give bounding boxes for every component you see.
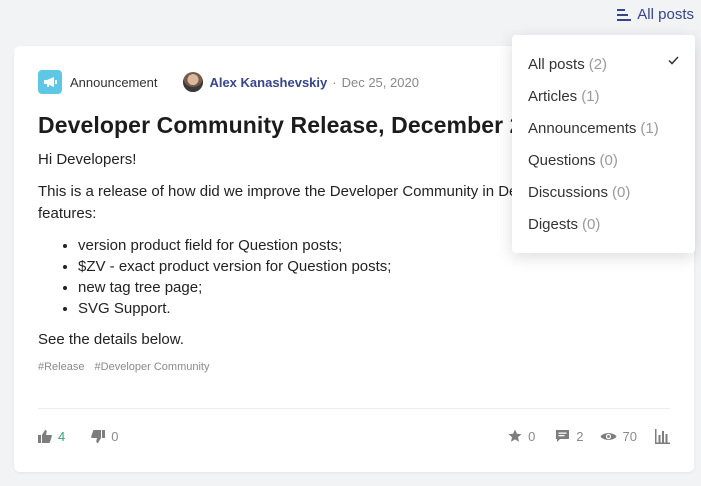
tag-release[interactable]: #Release — [38, 361, 84, 373]
filter-option-count: (1) — [581, 87, 600, 105]
filter-option-discussions[interactable]: Discussions (0) — [528, 181, 679, 203]
filter-option-count: (2) — [588, 55, 608, 73]
post-filter-menu: All posts (2) Articles (1) Announcements… — [512, 35, 695, 253]
post-footer: 4 0 0 2 70 — [38, 426, 670, 446]
filter-option-announcements[interactable]: Announcements (1) — [528, 117, 679, 139]
analytics-button[interactable] — [655, 428, 670, 444]
view-count: 70 — [622, 428, 637, 444]
bookmark-button[interactable]: 0 — [508, 429, 535, 444]
filter-option-label: Digests — [528, 215, 579, 233]
filter-option-count: (1) — [640, 119, 659, 137]
filter-option-questions[interactable]: Questions (0) — [528, 149, 679, 171]
post-intro-line: This is a release of how did we improve … — [38, 183, 518, 200]
like-button[interactable]: 4 — [38, 429, 65, 444]
post-date: Dec 25, 2020 — [341, 74, 419, 90]
filter-option-digests[interactable]: Digests (0) — [528, 213, 679, 235]
comment-icon — [556, 430, 570, 442]
post-filter-toggle[interactable]: All posts — [617, 6, 694, 23]
filter-option-label: All posts — [528, 55, 585, 73]
footer-divider — [38, 408, 670, 409]
post-intro-cont: features: — [38, 205, 97, 222]
like-count: 4 — [58, 428, 66, 444]
megaphone-icon — [44, 77, 57, 87]
filter-option-label: Questions — [528, 151, 596, 169]
bar-chart-icon — [655, 428, 670, 444]
author-avatar[interactable] — [183, 72, 204, 92]
feature-item: SVG Support. — [78, 298, 670, 319]
bookmark-count: 0 — [528, 428, 536, 444]
post-closing: See the details below. — [38, 331, 184, 348]
feature-item: new tag tree page; — [78, 277, 670, 298]
filter-option-count: (0) — [599, 151, 618, 169]
thumbs-down-icon — [91, 429, 106, 443]
checkmark-icon — [668, 56, 679, 65]
tag-developer-community[interactable]: #Developer Community — [95, 361, 210, 373]
thumbs-up-icon — [38, 429, 52, 443]
filter-option-all-posts[interactable]: All posts (2) — [528, 53, 679, 75]
announcement-badge — [38, 70, 62, 94]
comments-button[interactable]: 2 — [555, 428, 584, 444]
filter-lines-icon — [617, 8, 632, 21]
dislike-button[interactable]: 0 — [91, 429, 118, 444]
meta-separator: · — [332, 74, 337, 90]
filter-option-label: Discussions — [528, 183, 609, 201]
comment-count: 2 — [576, 428, 584, 444]
feature-item: $ZV - exact product version for Question… — [78, 256, 670, 277]
dislike-count: 0 — [111, 428, 119, 444]
filter-option-count: (0) — [582, 215, 601, 233]
views-stat: 70 — [600, 429, 637, 444]
filter-option-label: Announcements — [528, 119, 637, 137]
filter-option-label: Articles — [528, 87, 578, 105]
post-filter-label: All posts — [637, 6, 694, 23]
filter-option-articles[interactable]: Articles (1) — [528, 85, 679, 107]
post-tags: #Release #Developer Community — [38, 361, 670, 373]
star-icon — [508, 429, 522, 442]
post-type-label: Announcement — [70, 74, 158, 90]
filter-option-count: (0) — [612, 183, 631, 201]
author-link[interactable]: Alex Kanashevskiy — [209, 75, 327, 90]
eye-icon — [600, 432, 617, 440]
